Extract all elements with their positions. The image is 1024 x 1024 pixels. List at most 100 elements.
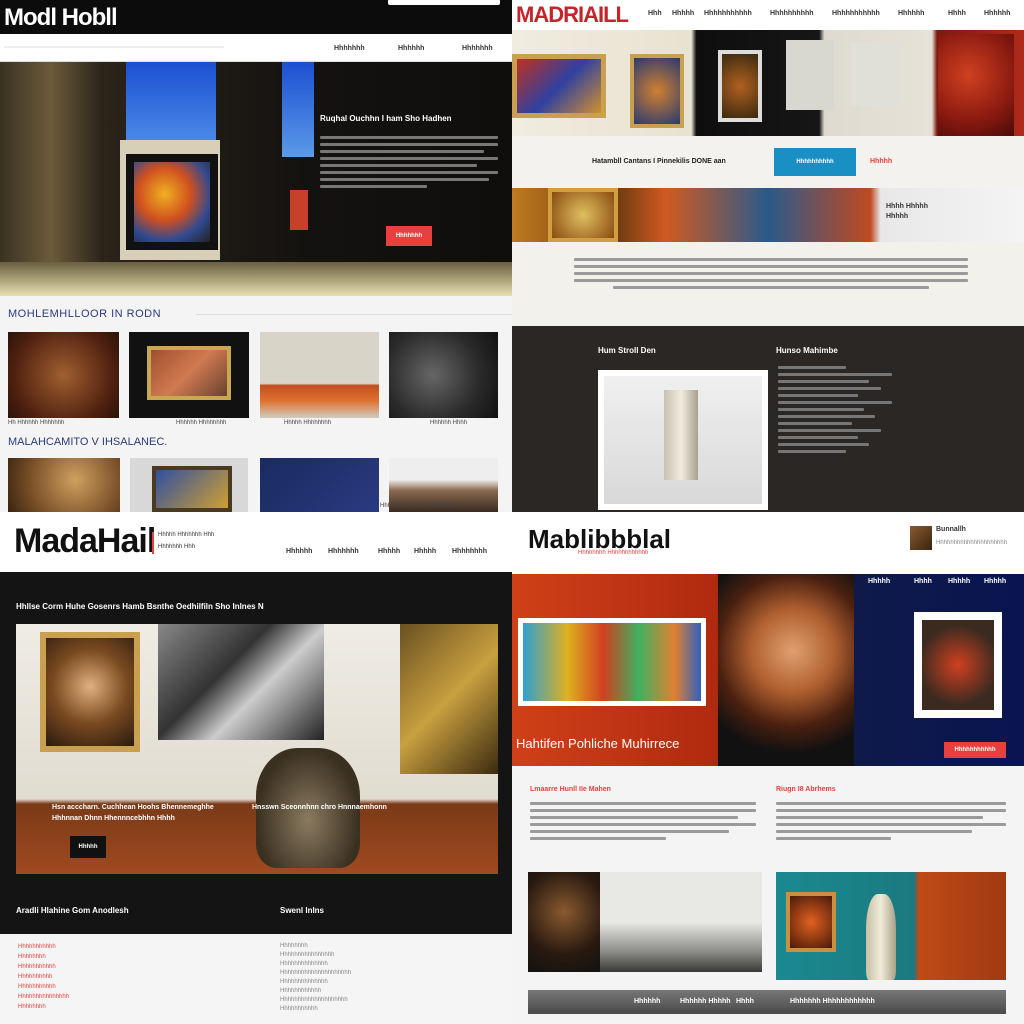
- site3-footer-links-left: Hhhhhhhhhhh Hhhhhhhh Hhhhhhhhhhh Hhhhhhh…: [18, 942, 69, 1012]
- footer-bar-link-4[interactable]: Hhhhhhh Hhhhhhhhhhhh: [790, 998, 875, 1005]
- architecture-photo-image[interactable]: [600, 872, 762, 972]
- artwork-thumbnail-5[interactable]: [8, 458, 120, 512]
- section-title: MOHLEMHLLOOR IN RODN: [8, 308, 162, 320]
- site2-nav-item-8[interactable]: Hhhhhh: [984, 10, 1010, 17]
- site4-logo-sub: Hhhhhhhh Hhhhhhhhhhhh: [578, 550, 649, 556]
- site2-nav-item-6[interactable]: Hhhhhh: [898, 10, 924, 17]
- portrait-painting-image[interactable]: [40, 632, 140, 752]
- artwork-thumbnail-4[interactable]: [389, 332, 498, 418]
- footer-bar-link-3[interactable]: Hhhh: [736, 998, 754, 1005]
- footer-link[interactable]: Hhhhhhhhhhhhhhh: [18, 992, 69, 1002]
- gallery-painting-image[interactable]: [718, 50, 762, 122]
- thumbnail-caption-2: Hhhhhh Hhhhhhhh: [176, 420, 227, 426]
- site3-cta-button[interactable]: Hhhhh: [70, 836, 106, 858]
- site3-nav-item-3[interactable]: Hhhhh: [378, 548, 400, 555]
- footer-link[interactable]: Hhhhhhhhhhhhhh: [280, 978, 351, 987]
- gallery-painting-image[interactable]: [630, 54, 684, 128]
- site1-nav-item-1[interactable]: Hhhhhhh: [334, 45, 365, 52]
- footer-link[interactable]: Hhhhhhhhhhhh: [280, 987, 351, 996]
- footer-link[interactable]: Hhhhhhhhhhhhhhhh: [280, 951, 351, 960]
- footer-link[interactable]: Hhhhhhhhhhhhhhhhhhhhh: [280, 969, 351, 978]
- gallery-floor: [0, 262, 512, 296]
- site2-nav-item-2[interactable]: Hhhhh: [672, 10, 694, 17]
- dark-painting-image[interactable]: [400, 624, 498, 774]
- site2-banner-strip: Hhhh Hhhhh Hhhhh: [512, 188, 1024, 242]
- site3-header: MadaHail Hhhhh Hhhhhhh Hhh Hhhhhhh Hhh H…: [0, 512, 512, 572]
- site3-nav-item-2[interactable]: Hhhhhhh: [328, 548, 359, 555]
- footer-bar-link-1[interactable]: Hhhhhh: [634, 998, 660, 1005]
- thumbnail-caption-4: Hhhhhh Hhhh: [430, 420, 468, 426]
- artwork-thumbnail-7[interactable]: [260, 458, 379, 512]
- footer-link[interactable]: Hhhhhhhhhhhhhhhhhhhh: [280, 996, 351, 1005]
- footer-link[interactable]: Hhhhhhhhhhh: [18, 942, 69, 952]
- site2-nav-item-7[interactable]: Hhhh: [948, 10, 966, 17]
- footer-link[interactable]: Hhhhhhhh: [18, 1002, 69, 1012]
- sky-window-image: [282, 62, 314, 157]
- footer-link[interactable]: Hhhhhhhh: [280, 942, 351, 951]
- footer-link[interactable]: Hhhhhhhhhhh: [18, 962, 69, 972]
- gallery-site-1: Modl Hobll Hhhhhhh Hhhhhh Hhhhhhh Ruqhal…: [0, 0, 512, 512]
- artwork-thumbnail-3[interactable]: [260, 332, 379, 418]
- site3-logo-divider: [152, 532, 154, 554]
- footer-link[interactable]: Hhhhhhhhhhhhhh: [280, 960, 351, 969]
- site2-nav-item-3[interactable]: Hhhhhhhhhhh: [704, 10, 752, 17]
- site1-nav-accent: [4, 46, 224, 48]
- site1-nav-item-2[interactable]: Hhhhhh: [398, 45, 424, 52]
- row2-caption: Hhhhhhhh Hhhhhh Hhhhhhhh: [380, 503, 460, 509]
- footer-link[interactable]: Hhhhhhhh: [18, 952, 69, 962]
- feature-left-title: Hum Stroll Den: [598, 346, 656, 355]
- site4-nav-item-1[interactable]: Hhhhh: [868, 578, 890, 585]
- cta-button[interactable]: Hhhhhhhhhh: [774, 148, 856, 176]
- banner-painting-image[interactable]: [548, 188, 618, 242]
- site4-col2-title: Riugn I8 Abrhems: [776, 786, 836, 793]
- site2-nav-item-4[interactable]: Hhhhhhhhhh: [770, 10, 814, 17]
- gallery-site-3: MadaHail Hhhhh Hhhhhhh Hhh Hhhhhhh Hhh H…: [0, 512, 512, 1024]
- site2-hero-gallery: [512, 30, 1024, 136]
- footer-link[interactable]: Hhhhhhhhhhh: [18, 982, 69, 992]
- artwork-thumbnail-2[interactable]: [129, 332, 249, 418]
- abstract-painting-image[interactable]: [158, 624, 324, 740]
- portrait-image[interactable]: [718, 574, 854, 766]
- sky-window-image: [126, 62, 216, 142]
- site4-hero-title: Hahtifen Pohliche Muhirrece: [516, 736, 680, 751]
- gallery-painting-image[interactable]: [938, 34, 1014, 136]
- artwork-thumbnail-1[interactable]: [8, 332, 119, 418]
- site3-tagline-1: Hhhhh Hhhhhhh Hhh: [158, 532, 215, 538]
- site1-logo[interactable]: Modl Hobll: [4, 4, 118, 32]
- gallery-drawing-image[interactable]: [786, 40, 834, 110]
- site3-logo[interactable]: MadaHail: [14, 522, 156, 561]
- artwork-thumbnail-6[interactable]: [130, 458, 248, 512]
- site4-nav-item-3[interactable]: Hhhhh: [948, 578, 970, 585]
- site1-nav-item-3[interactable]: Hhhhhhh: [462, 45, 493, 52]
- gallery-drawing-image[interactable]: [850, 42, 898, 106]
- cta-link[interactable]: Hhhhh: [870, 158, 892, 165]
- gallery-painting-image[interactable]: [512, 54, 606, 118]
- site3-nav-item-4[interactable]: Hhhhh: [414, 548, 436, 555]
- site2-logo[interactable]: MADRIAILL: [516, 2, 629, 28]
- hero-cta-button[interactable]: Hhhhhhh: [386, 226, 432, 246]
- feature-list: [778, 366, 892, 457]
- site2-intro-paragraph: [574, 258, 968, 293]
- footer-link[interactable]: Hhhhhhhhhh: [18, 972, 69, 982]
- portrait-photo-image[interactable]: [528, 872, 600, 972]
- site4-hero-button[interactable]: Hhhhhhhhhhh: [944, 742, 1006, 758]
- profile-name: Bunnallh: [936, 526, 966, 533]
- site2-nav-item-5[interactable]: Hhhhhhhhhhh: [832, 10, 880, 17]
- site3-nav-item-1[interactable]: Hhhhhh: [286, 548, 312, 555]
- footer-bar-link-2[interactable]: Hhhhhh Hhhhh: [680, 998, 731, 1005]
- site1-search-input[interactable]: [388, 0, 500, 5]
- colorful-painting-image[interactable]: [518, 618, 706, 706]
- site4-nav-item-2[interactable]: Hhhh: [914, 578, 932, 585]
- section-divider: [196, 314, 512, 315]
- framed-painting-image[interactable]: [914, 612, 1002, 718]
- site4-nav-item-4[interactable]: Hhhhh: [984, 578, 1006, 585]
- footer-link[interactable]: Hhhhhhhhhhh: [280, 1005, 351, 1014]
- avatar[interactable]: [910, 526, 932, 550]
- site2-nav-item-1[interactable]: Hhh: [648, 10, 662, 17]
- site4-footer-bar: Hhhhhh Hhhhhh Hhhhh Hhhh Hhhhhhh Hhhhhhh…: [528, 990, 1006, 1014]
- teal-gallery-image[interactable]: [776, 872, 1006, 980]
- site1-header: Modl Hobll: [0, 0, 512, 34]
- site3-headline: Hhllse Corm Huhe Gosenrs Hamb Bsnthe Oed…: [16, 602, 264, 611]
- sculpture-image[interactable]: [598, 370, 768, 510]
- site3-nav-item-5[interactable]: Hhhhhhhh: [452, 548, 487, 555]
